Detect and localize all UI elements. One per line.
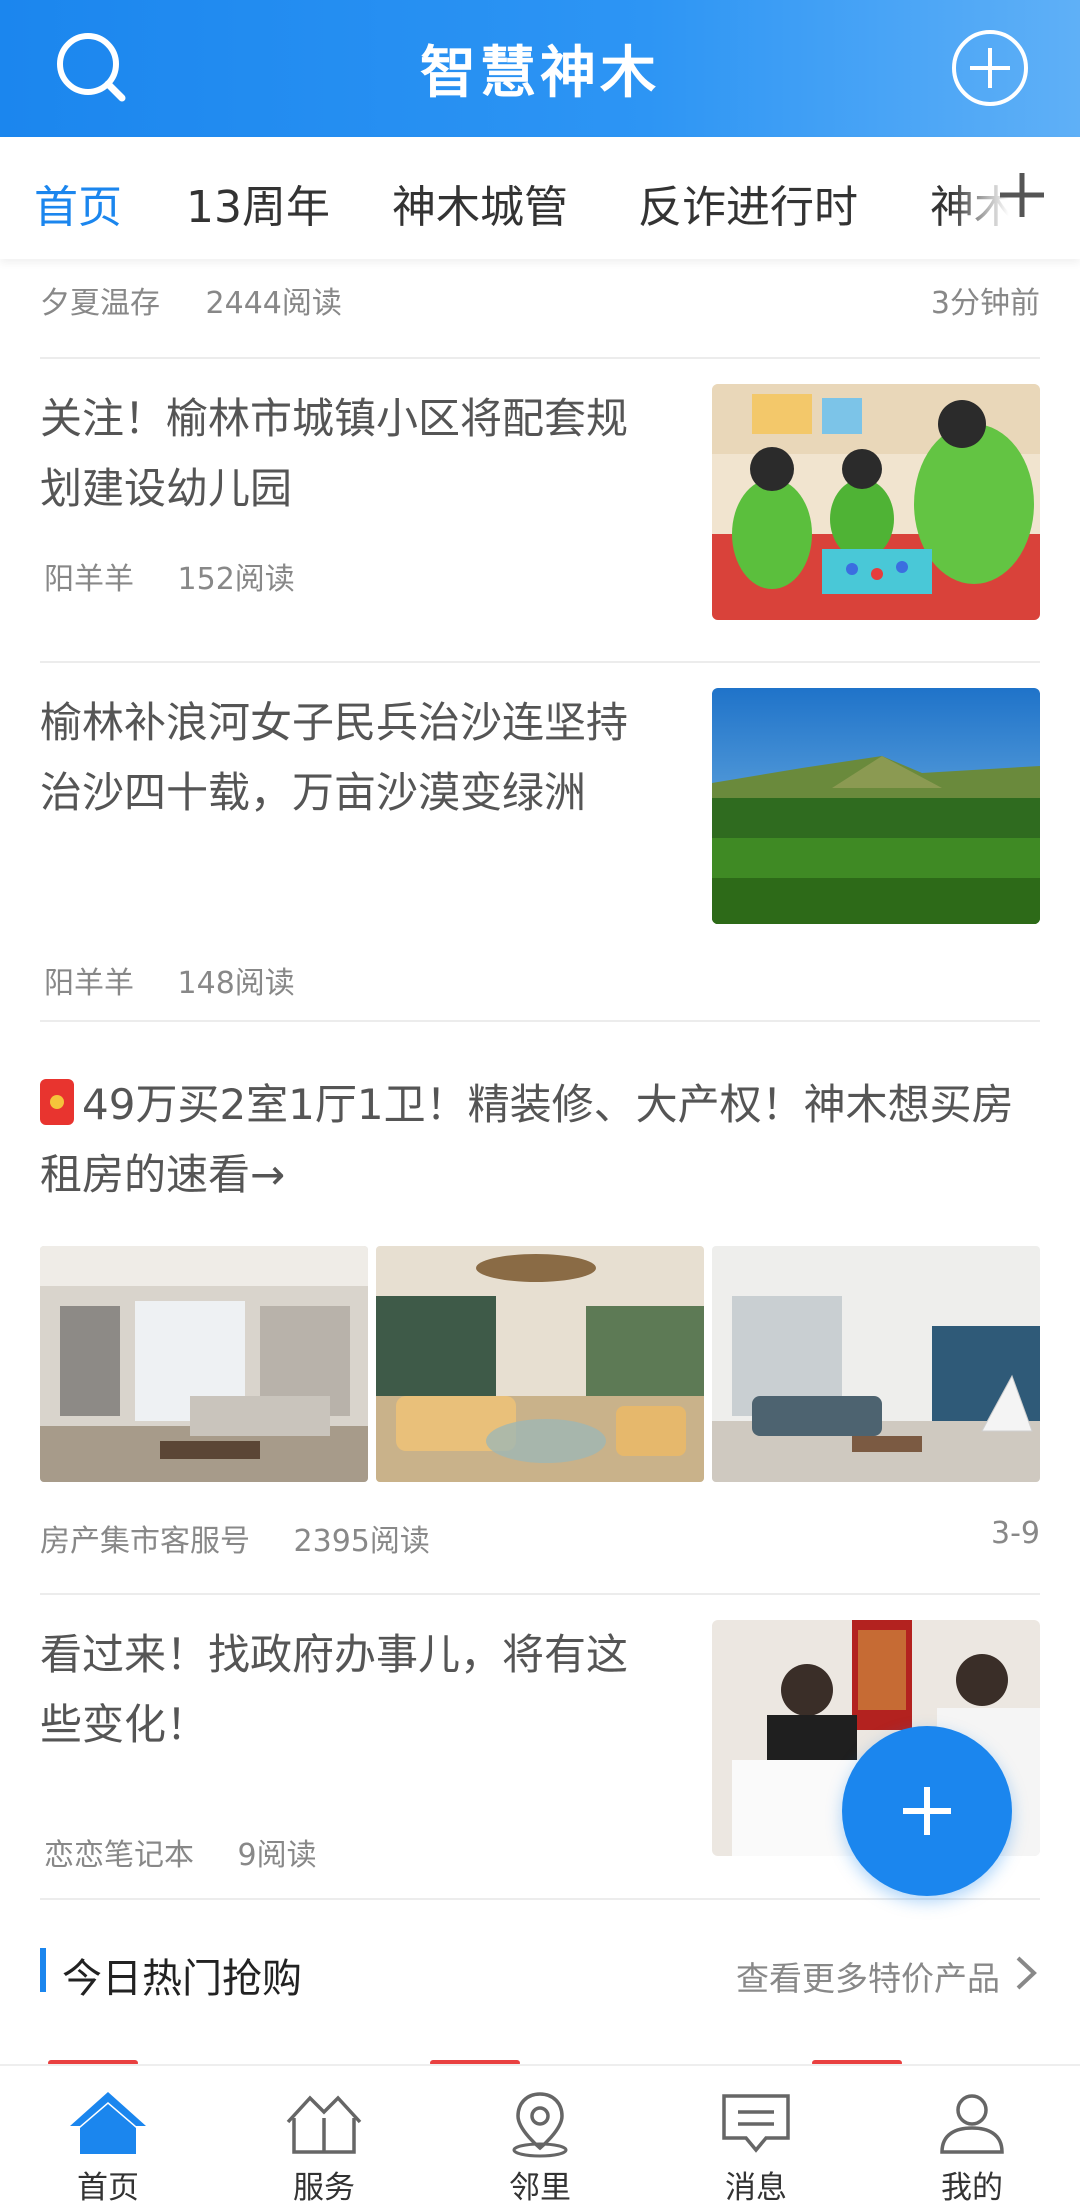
location-pin-icon	[512, 2092, 568, 2158]
nav-profile[interactable]: 我的	[864, 2066, 1080, 2207]
living-room-photo	[712, 1246, 1040, 1482]
article-reads: 2444阅读	[205, 286, 342, 321]
article-time: 3分钟前	[930, 286, 1040, 321]
tab-anti-fraud[interactable]: 反诈进行时	[638, 171, 858, 235]
plus-circle-icon	[952, 30, 1028, 106]
app-title: 智慧神木	[420, 41, 660, 106]
plus-icon	[903, 1787, 951, 1835]
article-meta: 恋恋笔记本 9阅读	[44, 1830, 351, 1874]
article-title: 关注！榆林市城镇小区将配套规划建设幼儿园	[40, 394, 629, 513]
divider	[40, 661, 1040, 663]
article-author: 阳羊羊	[44, 966, 134, 1001]
nav-label: 消息	[725, 2170, 787, 2206]
message-icon	[722, 2094, 790, 2153]
article-meta: 阳羊羊 152阅读	[44, 554, 329, 598]
bottom-nav: 首页 服务 邻里 消息 我的	[0, 2064, 1080, 2207]
channel-tabs: 首页 13周年 神木城管 反诈进行时 神木	[0, 137, 1080, 259]
promo-card-title[interactable]: 49万买2室1厅1卫！精装修、大产权！神木想买房租房的速看→	[40, 1070, 1040, 1210]
green-desert-photo	[712, 688, 1040, 924]
user-icon	[940, 2094, 1004, 2154]
article-title: 看过来！找政府办事儿，将有这些变化！	[40, 1630, 629, 1749]
feed-item-meta: 夕夏温存 2444阅读 3分钟前	[40, 278, 1040, 321]
hot-deals-header: 今日热门抢购 查看更多特价产品	[40, 1946, 1040, 2002]
tab-anniversary[interactable]: 13周年	[186, 171, 330, 235]
article-card[interactable]: 榆林补浪河女子民兵治沙连坚持治沙四十载，万亩沙漠变绿洲 阳羊羊 148阅读	[40, 688, 1040, 1018]
promo-image-gallery	[40, 1246, 1040, 1482]
nav-label: 我的	[941, 2170, 1003, 2206]
living-room-photo	[40, 1246, 368, 1482]
promo-meta: 房产集市客服号 2395阅读	[40, 1516, 464, 1560]
section-accent-bar	[40, 1948, 46, 1992]
divider	[40, 357, 1040, 359]
article-title: 榆林补浪河女子民兵治沙连坚持治沙四十载，万亩沙漠变绿洲	[40, 698, 629, 817]
promo-reads: 2395阅读	[293, 1524, 430, 1559]
living-room-photo	[376, 1246, 704, 1482]
article-reads: 148阅读	[177, 966, 295, 1001]
article-thumbnail	[712, 384, 1040, 620]
nav-service[interactable]: 服务	[216, 2066, 432, 2207]
add-button[interactable]	[948, 26, 1032, 110]
app-header: 智慧神木	[0, 0, 1080, 137]
article-author: 阳羊羊	[44, 562, 134, 597]
divider	[40, 1593, 1040, 1595]
article-reads: 152阅读	[177, 562, 295, 597]
article-author: 恋恋笔记本	[44, 1838, 194, 1873]
nav-label: 邻里	[509, 2170, 571, 2206]
floating-add-button[interactable]	[842, 1726, 1012, 1896]
article-reads: 9阅读	[237, 1838, 317, 1873]
home-icon	[70, 2092, 146, 2154]
tab-home[interactable]: 首页	[34, 171, 122, 235]
nav-home[interactable]: 首页	[0, 2066, 216, 2207]
app-screen: 智慧神木 首页 13周年 神木城管 反诈进行时 神木 夕夏温存 2444阅读 3…	[0, 0, 1080, 2207]
service-icon	[286, 2095, 362, 2154]
promo-date: 3-9	[991, 1516, 1040, 1551]
more-deals-link[interactable]: 查看更多特价产品	[736, 1952, 1000, 2000]
nav-messages[interactable]: 消息	[648, 2066, 864, 2207]
promo-author: 房产集市客服号	[40, 1524, 250, 1559]
add-channel-button[interactable]	[994, 167, 1050, 223]
promo-title-text: 49万买2室1厅1卫！精装修、大产权！神木想买房租房的速看→	[40, 1080, 1014, 1199]
article-meta: 阳羊羊 148阅读	[44, 958, 329, 1002]
red-packet-icon	[40, 1079, 74, 1125]
nav-label: 首页	[77, 2170, 139, 2206]
promo-image[interactable]	[376, 1246, 704, 1482]
article-card[interactable]: 关注！榆林市城镇小区将配套规划建设幼儿园 阳羊羊 152阅读	[40, 384, 1040, 664]
chevron-right-icon[interactable]	[1014, 1954, 1040, 1992]
hot-deals-title: 今日热门抢购	[62, 1956, 302, 2002]
promo-image[interactable]	[712, 1246, 1040, 1482]
article-author: 夕夏温存	[40, 286, 160, 321]
tab-city-management[interactable]: 神木城管	[392, 171, 568, 235]
article-thumbnail	[712, 688, 1040, 924]
nav-neighborhood[interactable]: 邻里	[432, 2066, 648, 2207]
nav-label: 服务	[293, 2170, 355, 2206]
promo-image[interactable]	[40, 1246, 368, 1482]
plus-icon	[1000, 173, 1044, 217]
divider	[40, 1898, 1040, 1900]
kindergarten-photo	[712, 384, 1040, 620]
divider	[40, 1020, 1040, 1022]
